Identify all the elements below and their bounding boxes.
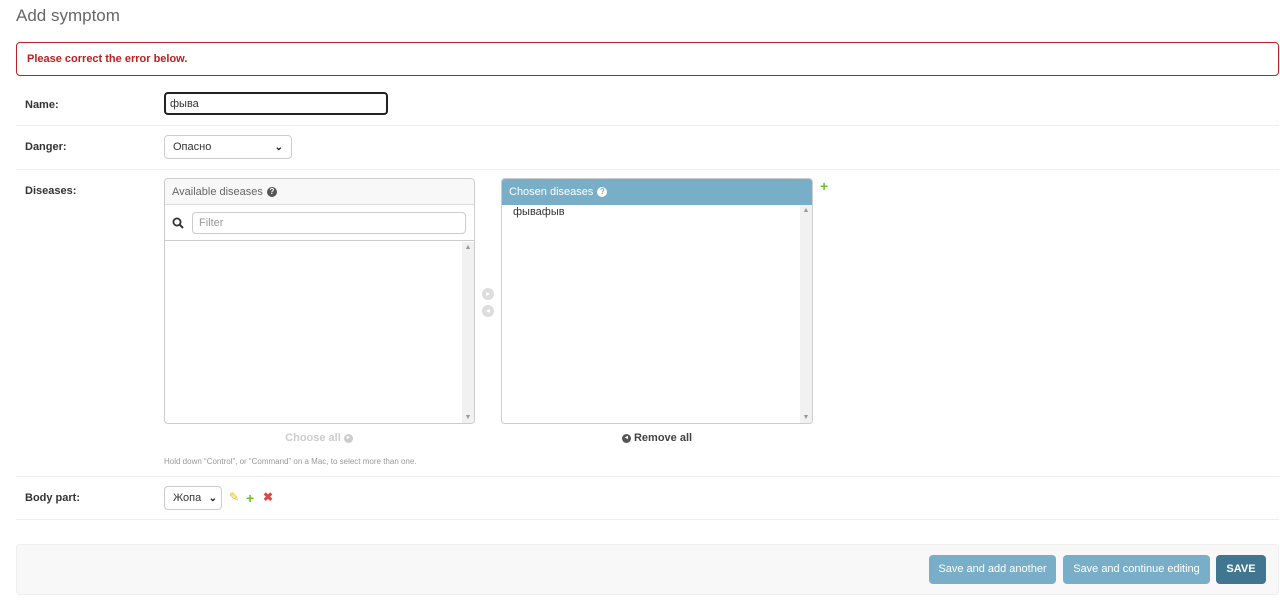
body-part-select-value: Жопа — [173, 492, 202, 504]
chosen-diseases-header: Chosen diseases? — [502, 179, 812, 205]
remove-all-label: Remove all — [633, 432, 693, 444]
chosen-diseases-title: Chosen diseases — [509, 186, 594, 198]
add-body-part-icon[interactable]: + — [246, 491, 254, 505]
save-and-continue-button[interactable]: Save and continue editing — [1063, 555, 1210, 584]
delete-body-part-icon[interactable]: ✖ — [263, 490, 273, 504]
chosen-diseases-list[interactable]: фывафыв ▲ ▼ — [502, 205, 812, 423]
scroll-down-icon[interactable]: ▼ — [800, 414, 812, 421]
row-divider — [16, 476, 1279, 477]
danger-label: Danger: — [25, 141, 67, 153]
help-icon[interactable]: ? — [597, 187, 608, 198]
save-and-add-another-button[interactable]: Save and add another — [929, 555, 1056, 584]
chosen-diseases-panel: Chosen diseases? фывафыв ▲ ▼ — [501, 178, 813, 424]
available-diseases-title: Available diseases — [172, 186, 263, 198]
choose-all-link[interactable]: Choose all ▸ — [164, 432, 474, 444]
edit-body-part-icon[interactable]: ✎ — [229, 490, 239, 504]
arrow-left-circle-icon: ◂ — [621, 433, 631, 443]
available-diseases-panel: Available diseases? Filter ▲ ▼ — [164, 178, 475, 424]
danger-select[interactable]: Опасно ⌄ — [164, 135, 292, 159]
scroll-down-icon[interactable]: ▼ — [462, 414, 474, 421]
scrollbar[interactable]: ▲ ▼ — [462, 242, 474, 423]
available-diseases-list[interactable]: ▲ ▼ — [165, 242, 474, 423]
search-icon — [172, 217, 184, 229]
body-part-select[interactable]: Жопа ⌄ — [164, 486, 222, 510]
filter-input[interactable]: Filter — [192, 211, 466, 234]
add-selected-icon[interactable]: ▸ — [482, 288, 494, 300]
name-label: Name: — [25, 99, 59, 111]
add-disease-icon[interactable]: + — [820, 179, 828, 193]
chevron-down-icon: ⌄ — [274, 141, 283, 153]
error-note: Please correct the error below. — [16, 42, 1279, 76]
filter-row: Filter — [165, 205, 474, 241]
scroll-up-icon[interactable]: ▲ — [462, 244, 474, 251]
chevron-down-icon: ⌄ — [208, 492, 217, 504]
name-input[interactable] — [164, 92, 388, 115]
remove-all-link[interactable]: ◂ Remove all — [501, 432, 813, 444]
scrollbar[interactable]: ▲ ▼ — [800, 205, 812, 423]
save-button[interactable]: SAVE — [1216, 555, 1266, 584]
help-icon[interactable]: ? — [266, 187, 277, 198]
scroll-up-icon[interactable]: ▲ — [800, 207, 812, 214]
body-part-label: Body part: — [25, 492, 80, 504]
page-title: Add symptom — [16, 6, 120, 25]
choose-all-label: Choose all — [285, 432, 341, 444]
danger-select-value: Опасно — [173, 141, 212, 153]
arrow-right-circle-icon: ▸ — [343, 433, 353, 443]
diseases-help-text: Hold down “Control”, or “Command” on a M… — [164, 457, 417, 466]
row-divider — [16, 169, 1279, 170]
chosen-option[interactable]: фывафыв — [502, 205, 812, 219]
row-divider — [16, 125, 1279, 126]
row-divider — [16, 519, 1279, 520]
available-diseases-header: Available diseases? — [165, 179, 474, 205]
diseases-label: Diseases: — [25, 185, 77, 197]
remove-selected-icon[interactable]: ◂ — [482, 305, 494, 317]
